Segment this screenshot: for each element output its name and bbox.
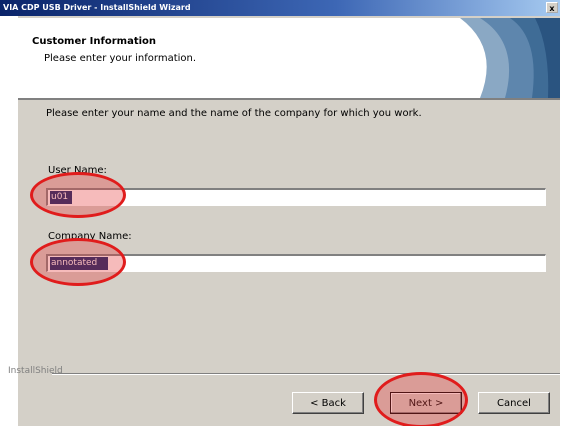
company-name-label: Company Name: [48, 231, 132, 242]
company-name-field[interactable]: annotated [46, 254, 546, 272]
user-name-value: u01 [51, 192, 69, 202]
cancel-button[interactable]: Cancel [478, 392, 550, 414]
user-name-selection: u01 [50, 191, 72, 204]
company-name-value: annotated [51, 258, 98, 268]
installshield-logo-graphic [460, 18, 560, 98]
header-subtitle: Please enter your information. [44, 53, 197, 64]
left-strip [0, 16, 18, 426]
user-name-label: User Name: [48, 165, 107, 176]
instruction-text: Please enter your name and the name of t… [46, 108, 422, 119]
back-button[interactable]: < Back [292, 392, 364, 414]
close-icon[interactable]: x [546, 2, 558, 13]
header-panel: Customer Information Please enter your i… [18, 18, 560, 100]
header-title: Customer Information [32, 36, 157, 47]
next-button[interactable]: Next > [390, 392, 462, 414]
title-bar[interactable]: VIA CDP USB Driver - InstallShield Wizar… [0, 0, 560, 16]
user-name-field[interactable]: u01 [46, 188, 546, 206]
footer-divider [52, 373, 560, 375]
window-title: VIA CDP USB Driver - InstallShield Wizar… [3, 3, 191, 12]
company-name-selection: annotated [50, 257, 108, 270]
installer-window: VIA CDP USB Driver - InstallShield Wizar… [0, 0, 560, 426]
